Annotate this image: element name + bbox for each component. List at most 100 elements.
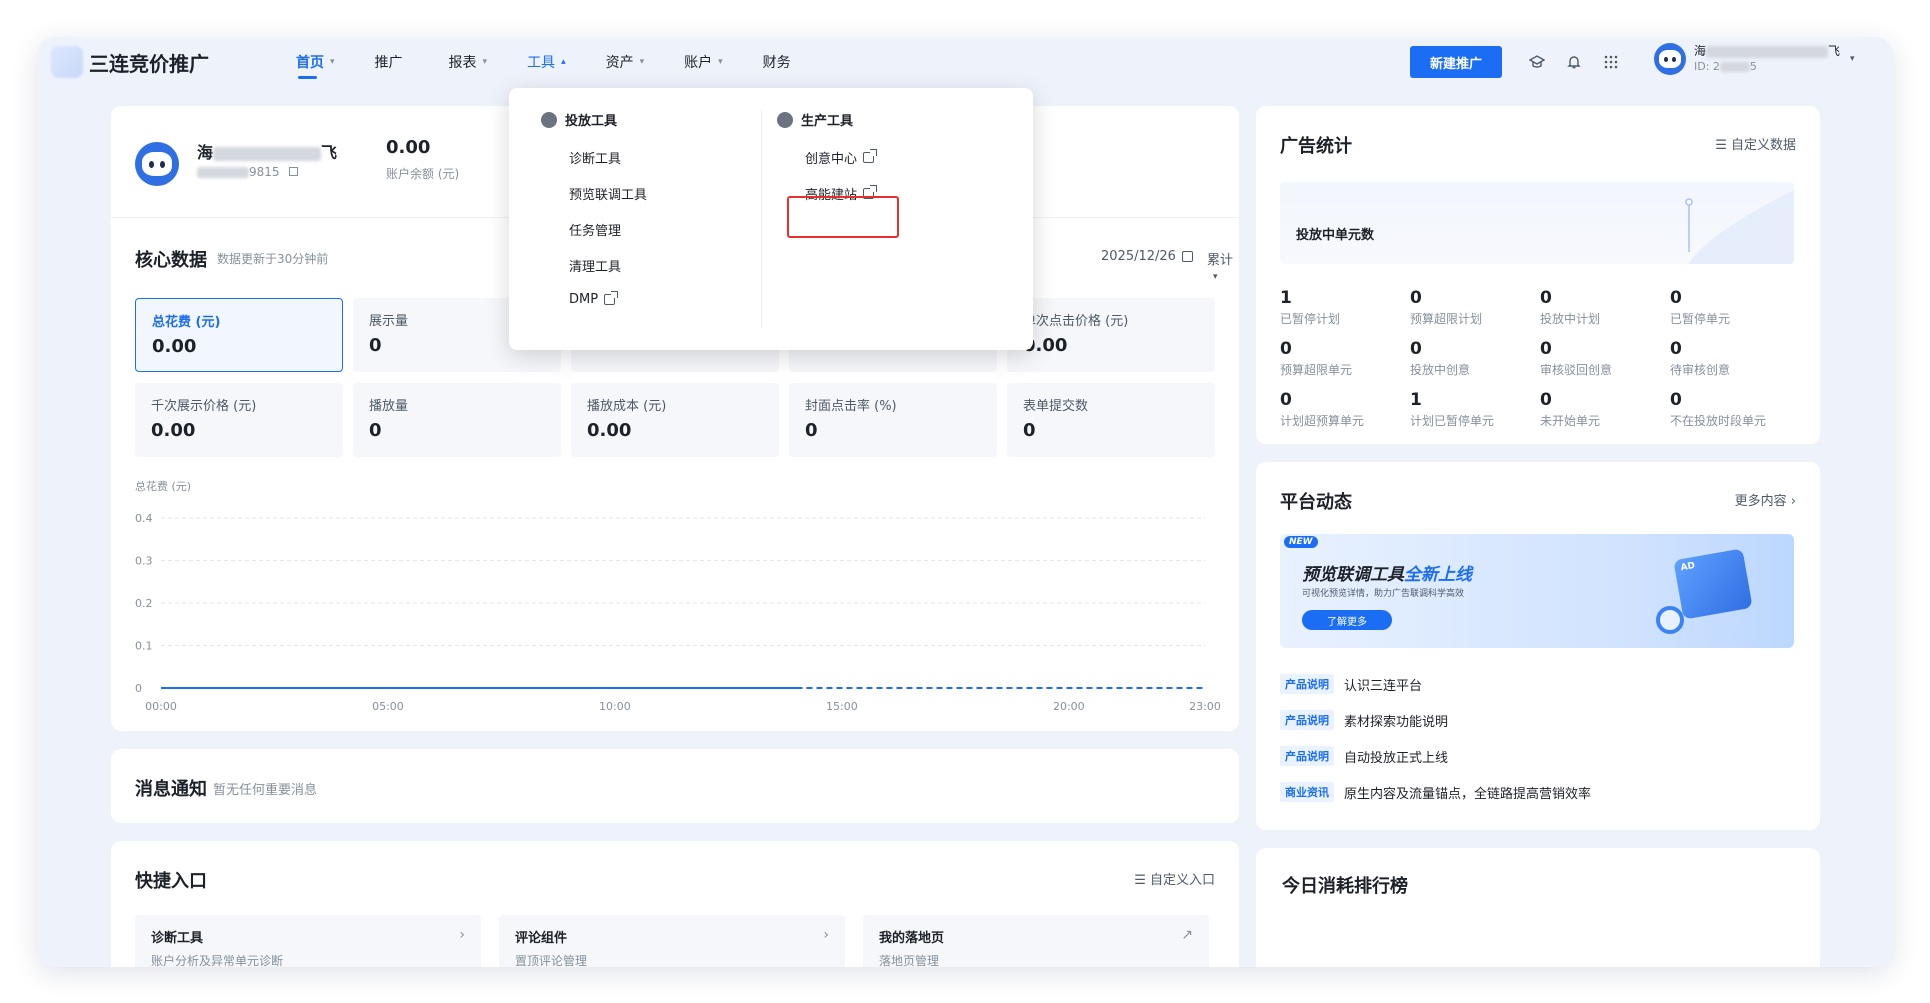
nav-assets[interactable]: 资产 ▾ — [606, 37, 645, 87]
heading-label: 生产工具 — [801, 114, 854, 129]
ad-stat-item[interactable]: 0 预算超限单元 — [1280, 339, 1352, 378]
stat-value: 0 — [1410, 288, 1422, 308]
graduation-cap-icon[interactable] — [1524, 49, 1550, 75]
y-tick-label: 0 — [135, 682, 142, 695]
news-item[interactable]: 产品说明 自动投放正式上线 — [1280, 746, 1448, 766]
custom-data-label: 自定义数据 — [1730, 138, 1796, 153]
menu-item-creative-center[interactable]: 创意中心 — [805, 148, 878, 167]
ad-stat-item[interactable]: 0 已暂停单元 — [1670, 288, 1730, 327]
stat-value: 0 — [1280, 390, 1292, 410]
custom-data-button[interactable]: ☰ 自定义数据 — [1715, 134, 1796, 153]
menu-item-cleanup[interactable]: 清理工具 — [569, 256, 621, 275]
ad-stat-item[interactable]: 1 已暂停计划 — [1280, 288, 1340, 327]
promo-banner[interactable]: NEW 预览联调工具全新上线 可视化预览详情，助力广告联调科学高效 了解更多 A… — [1280, 534, 1794, 648]
core-data-title: 核心数据 — [135, 250, 207, 271]
chevron-up-icon: ▴ — [561, 57, 566, 67]
date-picker[interactable]: 2025/12/26 — [1101, 249, 1193, 264]
metric-label: 播放成本 (元) — [587, 399, 667, 414]
learn-more-button[interactable]: 了解更多 — [1302, 610, 1392, 630]
accumulate-select[interactable]: 累计 ▾ — [1207, 249, 1239, 283]
metric-card-play-cost[interactable]: 播放成本 (元) 0.00 — [571, 383, 779, 457]
metric-card-plays[interactable]: 播放量 0 — [353, 383, 561, 457]
menu-item-preview-debug[interactable]: 预览联调工具 — [569, 184, 647, 203]
unit-trend-chart: 投放中单元数 — [1280, 182, 1794, 264]
ad-stat-item[interactable]: 0 计划超预算单元 — [1280, 390, 1364, 429]
nav-label: 财务 — [762, 55, 791, 71]
bell-icon[interactable] — [1561, 49, 1587, 75]
heading-label: 投放工具 — [565, 114, 618, 129]
news-tag: 产品说明 — [1280, 674, 1334, 694]
wrench-icon — [541, 111, 557, 128]
user-menu[interactable]: 海 飞 ID: 2 5 ▾ — [1654, 43, 1855, 75]
metric-card-total-cost[interactable]: 总花费 (元) 0.00 — [135, 298, 343, 372]
external-link-icon: ↗ — [1181, 927, 1193, 943]
stat-value: 0 — [1540, 339, 1552, 359]
metric-card-cpc[interactable]: 单次点击价格 (元) 0.00 — [1007, 298, 1215, 372]
menu-item-diagnose[interactable]: 诊断工具 — [569, 148, 621, 167]
menu-item-task-manage[interactable]: 任务管理 — [569, 220, 621, 239]
ad-stat-item[interactable]: 0 审核驳回创意 — [1540, 339, 1612, 378]
ad-stat-item[interactable]: 1 计划已暂停单元 — [1410, 390, 1494, 429]
more-content-link[interactable]: 更多内容 › — [1735, 490, 1796, 509]
stat-label: 投放中计划 — [1540, 312, 1601, 326]
metric-label: 表单提交数 — [1023, 399, 1089, 414]
news-tag: 商业资讯 — [1280, 782, 1334, 802]
shortcut-comments[interactable]: 评论组件 置顶评论管理 › — [499, 915, 845, 967]
nav-label: 工具 — [527, 55, 556, 71]
menu-item-label: 诊断工具 — [569, 152, 622, 167]
ranking-title: 今日消耗排行榜 — [1282, 876, 1408, 897]
shortcut-title: 评论组件 — [515, 931, 568, 946]
metric-card-cpm[interactable]: 千次展示价格 (元) 0.00 — [135, 383, 343, 457]
metric-card-cover-ctr[interactable]: 封面点击率 (%) 0 — [789, 383, 997, 457]
ad-stat-item[interactable]: 0 待审核创意 — [1670, 339, 1730, 378]
ad-stat-item[interactable]: 0 未开始单元 — [1540, 390, 1600, 429]
ad-stat-item[interactable]: 0 投放中创意 — [1410, 339, 1470, 378]
chevron-down-icon: ▾ — [482, 57, 488, 67]
list-icon: ☰ — [1134, 873, 1150, 888]
chevron-down-icon: ▾ — [1213, 272, 1218, 282]
shortcut-diagnose[interactable]: 诊断工具 账户分析及异常单元诊断 › — [135, 915, 481, 967]
stat-label: 已暂停计划 — [1280, 312, 1341, 326]
ad-stat-item[interactable]: 0 投放中计划 — [1540, 288, 1600, 327]
brand-name: 三连竞价推广 — [89, 51, 209, 76]
nav-finance[interactable]: 财务 — [763, 37, 797, 87]
user-name-prefix: 海 — [1694, 44, 1707, 58]
metric-value: 0.00 — [151, 420, 196, 441]
news-item[interactable]: 产品说明 认识三连平台 — [1280, 674, 1422, 694]
logo-icon — [51, 46, 83, 78]
stat-label: 不在投放时段单元 — [1670, 414, 1767, 428]
menu-item-dmp[interactable]: DMP — [569, 291, 619, 307]
x-tick-label: 20:00 — [1053, 700, 1085, 713]
news-text: 认识三连平台 — [1344, 678, 1423, 694]
message-note: 暂无任何重要消息 — [213, 783, 318, 798]
update-note: 数据更新于30分钟前 — [217, 252, 329, 266]
stat-value: 1 — [1410, 390, 1422, 410]
chart-y-axis-title: 总花费 (元) — [135, 480, 192, 493]
metric-card-form-submits[interactable]: 表单提交数 0 — [1007, 383, 1215, 457]
ad-stat-item[interactable]: 0 不在投放时段单元 — [1670, 390, 1766, 429]
nav-account[interactable]: 账户 ▾ — [684, 37, 723, 87]
new-promotion-button[interactable]: 新建推广 — [1410, 46, 1502, 78]
calendar-icon — [1181, 251, 1193, 262]
stat-label: 计划已暂停单元 — [1410, 414, 1495, 428]
custom-entry-button[interactable]: ☰ 自定义入口 — [1134, 869, 1215, 888]
nav-label: 资产 — [605, 55, 634, 71]
nav-home[interactable]: 首页 ▾ — [296, 37, 335, 87]
shortcut-sub: 账户分析及异常单元诊断 — [151, 954, 284, 967]
copy-icon[interactable] — [289, 167, 299, 176]
menu-item-label: DMP — [569, 292, 599, 307]
nav-promotion[interactable]: 推广 — [375, 37, 409, 87]
shortcut-landing[interactable]: 我的落地页 落地页管理 ↗ — [863, 915, 1209, 967]
brand-logo[interactable]: 三连竞价推广 — [51, 46, 209, 78]
nav-reports[interactable]: 报表 ▾ — [449, 37, 488, 87]
y-tick-label: 0.1 — [135, 640, 153, 653]
apps-grid-icon[interactable] — [1598, 49, 1624, 75]
metric-value: 0 — [805, 420, 818, 441]
ad-stat-item[interactable]: 0 预算超限计划 — [1410, 288, 1482, 327]
user-id-prefix: ID: 2 — [1694, 60, 1720, 73]
nav-tools[interactable]: 工具 ▴ — [527, 37, 566, 87]
news-item[interactable]: 商业资讯 原生内容及流量锚点，全链路提高营销效率 — [1280, 782, 1591, 802]
news-item[interactable]: 产品说明 素材探索功能说明 — [1280, 710, 1448, 730]
ad-mark: AD — [1679, 560, 1696, 574]
chart-svg: 0.4 0.3 0.2 0.1 000:00 05:00 10:00 15:00 20:00 23… — [135, 512, 1221, 713]
